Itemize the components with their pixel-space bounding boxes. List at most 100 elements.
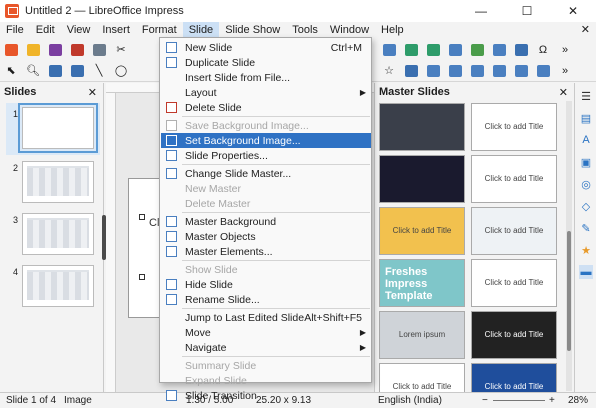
- menu-item-duplicate-slide[interactable]: Duplicate Slide: [161, 55, 371, 70]
- close-document-icon[interactable]: ✕: [581, 22, 590, 39]
- line-tool-icon[interactable]: ╲: [90, 63, 108, 79]
- master-slide-title-text: Click to add Title: [484, 226, 544, 236]
- menu-item-hide-slide[interactable]: Hide Slide: [161, 277, 371, 292]
- menu-item-layout[interactable]: Layout ▶: [161, 85, 371, 100]
- zoom-in-icon[interactable]: +: [549, 395, 555, 406]
- master-slides-title: Master Slides: [379, 86, 450, 98]
- transition-icon[interactable]: ★: [579, 243, 593, 257]
- arrange-icon[interactable]: [468, 63, 486, 79]
- zoom-icon[interactable]: 🔍︎: [24, 63, 42, 79]
- master-slide-thumbnail[interactable]: [379, 103, 465, 151]
- menu-item-jump-to-last-edited-slide[interactable]: Jump to Last Edited Slide Alt+Shift+F5: [161, 310, 371, 325]
- master-slide-thumbnail[interactable]: Lorem ipsum: [379, 311, 465, 359]
- toggle-extrusion-icon[interactable]: [534, 63, 552, 79]
- zoom-level[interactable]: 28%: [568, 395, 588, 406]
- sidebar-menu-icon[interactable]: ☰: [579, 89, 593, 103]
- menu-item-rename-slide[interactable]: Rename Slide...: [161, 292, 371, 307]
- submenu-arrow-icon: ▶: [359, 343, 366, 352]
- menu-item-new-master: New Master: [161, 181, 371, 196]
- menu-item-insert-slide-from-file[interactable]: Insert Slide from File...: [161, 70, 371, 85]
- menu-item-new-slide[interactable]: New Slide Ctrl+M: [161, 40, 371, 55]
- menu-item-slide-transition[interactable]: Slide Transition: [161, 388, 371, 403]
- chart-icon[interactable]: [490, 42, 508, 58]
- gallery-icon[interactable]: ▣: [579, 155, 593, 169]
- slides-pane-header: Slides ✕: [0, 83, 103, 101]
- menu-edit[interactable]: Edit: [30, 22, 61, 39]
- slide-layout-icon[interactable]: [380, 42, 398, 58]
- slide-thumbnail-1[interactable]: 1: [0, 103, 104, 155]
- transformations-icon[interactable]: [424, 63, 442, 79]
- slide-preview: [18, 103, 98, 153]
- master-slide-thumbnail[interactable]: Click to add Title: [471, 103, 557, 151]
- master-slide-thumbnail[interactable]: Click to add Title: [471, 155, 557, 203]
- menu-item-delete-slide[interactable]: Delete Slide: [161, 100, 371, 115]
- special-character-icon[interactable]: Ω: [534, 42, 552, 58]
- master-slide-thumbnail[interactable]: Click to add Title: [471, 259, 557, 307]
- minimize-button[interactable]: —: [458, 0, 504, 22]
- menu-file[interactable]: File: [0, 22, 30, 39]
- styles-icon[interactable]: A: [579, 133, 593, 147]
- open-folder-icon[interactable]: [24, 42, 42, 58]
- menu-item-master-elements[interactable]: Master Elements...: [161, 244, 371, 259]
- master-slide-thumbnail[interactable]: Freshes Impress Template: [379, 259, 465, 307]
- master-slide-title-text: Click to add Title: [484, 174, 544, 184]
- image-icon[interactable]: [468, 42, 486, 58]
- slide-thumbnail-4[interactable]: 4: [0, 265, 104, 313]
- close-master-pane-icon[interactable]: ✕: [559, 86, 568, 99]
- slide-thumbnail-2[interactable]: 2: [0, 161, 104, 209]
- master-slide-thumbnail[interactable]: Click to add Title: [471, 207, 557, 255]
- menu-item-master-objects[interactable]: Master Objects: [161, 229, 371, 244]
- star-shapes-icon[interactable]: ☆: [380, 63, 398, 79]
- group-icon[interactable]: [512, 63, 530, 79]
- start-from-current-icon[interactable]: [424, 42, 442, 58]
- menu-item-move[interactable]: Move ▶: [161, 325, 371, 340]
- menu-item-navigate[interactable]: Navigate ▶: [161, 340, 371, 355]
- line-color-icon[interactable]: [46, 63, 64, 79]
- menu-item-set-background-image[interactable]: Set Background Image...: [161, 133, 371, 148]
- export-pdf-icon[interactable]: [68, 42, 86, 58]
- selection-handle[interactable]: [139, 274, 145, 280]
- master-slide-thumbnail[interactable]: Click to add Title: [471, 311, 557, 359]
- toolbar2-overflow-icon[interactable]: »: [556, 63, 574, 79]
- media-icon[interactable]: [512, 42, 530, 58]
- shapes-icon[interactable]: ◇: [579, 199, 593, 213]
- selection-handle[interactable]: [139, 214, 145, 220]
- properties-icon[interactable]: ▤: [579, 111, 593, 125]
- align-objects-icon[interactable]: [446, 63, 464, 79]
- scrollbar-thumb[interactable]: [567, 231, 571, 351]
- start-from-first-icon[interactable]: [402, 42, 420, 58]
- navigator-icon[interactable]: ◎: [579, 177, 593, 191]
- select-pointer-icon[interactable]: ⬉: [2, 63, 20, 79]
- fill-color-icon[interactable]: [68, 63, 86, 79]
- zoom-out-icon[interactable]: −: [482, 395, 488, 406]
- maximize-button[interactable]: ☐: [504, 0, 550, 22]
- menu-item-slide-properties[interactable]: Slide Properties...: [161, 148, 371, 163]
- table-icon[interactable]: [446, 42, 464, 58]
- master-slides-icon[interactable]: ▬: [579, 265, 593, 279]
- menu-item-master-background[interactable]: Master Background: [161, 214, 371, 229]
- ellipse-tool-icon[interactable]: ◯: [112, 63, 130, 79]
- new-document-icon[interactable]: [2, 42, 20, 58]
- close-window-button[interactable]: ✕: [550, 0, 596, 22]
- animation-icon[interactable]: ✎: [579, 221, 593, 235]
- menu-view[interactable]: View: [61, 22, 97, 39]
- cut-icon[interactable]: ✂: [112, 42, 130, 58]
- language-indicator[interactable]: English (India): [378, 395, 442, 406]
- menu-insert[interactable]: Insert: [96, 22, 136, 39]
- menu-item-label: Save Background Image...: [185, 119, 309, 132]
- master-slide-thumbnail[interactable]: Click to add Title: [379, 207, 465, 255]
- close-slides-pane-icon[interactable]: ✕: [88, 86, 97, 99]
- toolbar-overflow-icon[interactable]: »: [556, 42, 574, 58]
- menu-item-label: New Master: [185, 182, 242, 195]
- menu-item-change-slide-master[interactable]: Change Slide Master...: [161, 166, 371, 181]
- master-slide-thumbnail[interactable]: [379, 155, 465, 203]
- zoom-slider[interactable]: [493, 400, 545, 401]
- slide-thumbnail-3[interactable]: 3: [0, 213, 104, 261]
- menu-help[interactable]: Help: [375, 22, 410, 39]
- shadow-icon[interactable]: [402, 63, 420, 79]
- save-icon[interactable]: [46, 42, 64, 58]
- distribute-icon[interactable]: [490, 63, 508, 79]
- print-icon[interactable]: [90, 42, 108, 58]
- master-pane-scrollbar[interactable]: [566, 101, 572, 391]
- master-slide-title-text: Click to add Title: [484, 122, 544, 132]
